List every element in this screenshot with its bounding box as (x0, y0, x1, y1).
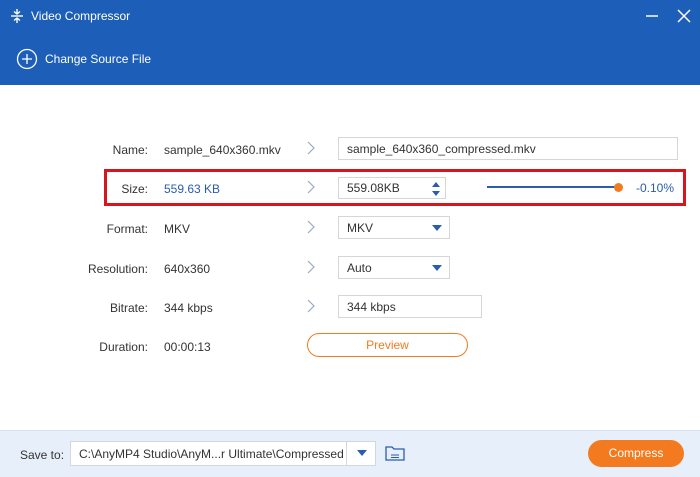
format-select[interactable]: MKV (338, 216, 450, 239)
footer-bar: Save to: C:\AnyMP4 Studio\AnyM...r Ultim… (0, 430, 700, 477)
resolution-select-value: Auto (347, 260, 372, 275)
duration-label: Duration: (99, 340, 148, 354)
change-source-button[interactable]: Change Source File (16, 48, 151, 70)
folder-icon[interactable] (384, 443, 406, 463)
save-path-field[interactable]: C:\AnyMP4 Studio\AnyM...r Ultimate\Compr… (70, 441, 376, 466)
size-percent: -0.10% (636, 181, 675, 195)
dropdown-arrow-icon (432, 265, 442, 271)
output-name-value: sample_640x360_compressed.mkv (347, 141, 536, 156)
close-icon[interactable] (672, 4, 696, 28)
chevron-right-icon (307, 220, 315, 234)
compress-icon (11, 9, 23, 23)
chevron-right-icon (307, 260, 315, 274)
toolbar: Change Source File (0, 32, 700, 85)
source-resolution: 640x360 (164, 262, 211, 276)
chevron-right-icon (307, 141, 315, 155)
resolution-select[interactable]: Auto (338, 256, 450, 279)
dropdown-arrow-icon (357, 450, 367, 456)
source-name: sample_640x360.mkv (164, 143, 281, 157)
compress-button[interactable]: Compress (588, 440, 684, 467)
size-input-value: 559.08KB (347, 181, 400, 195)
name-label: Name: (112, 143, 148, 157)
size-input[interactable]: 559.08KB (338, 177, 446, 199)
format-select-value: MKV (347, 220, 374, 235)
title-bar: Video Compressor (0, 0, 700, 32)
save-path-value: C:\AnyMP4 Studio\AnyM...r Ultimate\Compr… (79, 446, 344, 461)
size-label: Size: (121, 182, 148, 196)
plus-circle-icon (16, 48, 38, 70)
bitrate-label: Bitrate: (109, 301, 148, 315)
change-source-label: Change Source File (45, 52, 152, 66)
save-to-label: Save to: (20, 448, 65, 462)
bitrate-field-value: 344 kbps (347, 299, 396, 314)
source-format: MKV (164, 222, 191, 236)
source-size: 559.63 KB (164, 182, 221, 196)
compressor-form: Name: sample_640x360.mkv sample_640x360_… (0, 85, 700, 430)
resolution-label: Resolution: (87, 262, 148, 276)
source-bitrate: 344 kbps (164, 301, 213, 315)
size-slider-track[interactable] (487, 186, 618, 188)
output-name-field[interactable]: sample_640x360_compressed.mkv (338, 137, 678, 160)
minimize-icon[interactable] (640, 4, 664, 28)
format-label: Format: (106, 222, 148, 236)
window-title: Video Compressor (31, 9, 131, 23)
bitrate-field[interactable]: 344 kbps (338, 295, 482, 318)
chevron-right-icon (307, 299, 315, 313)
source-duration: 00:00:13 (164, 340, 211, 354)
preview-button[interactable]: Preview (307, 333, 468, 357)
save-path-dropdown[interactable] (346, 441, 376, 466)
size-slider-thumb[interactable] (614, 183, 623, 192)
dropdown-arrow-icon (432, 225, 442, 231)
chevron-right-icon (307, 180, 315, 194)
stepper-arrows-icon[interactable] (431, 180, 441, 198)
